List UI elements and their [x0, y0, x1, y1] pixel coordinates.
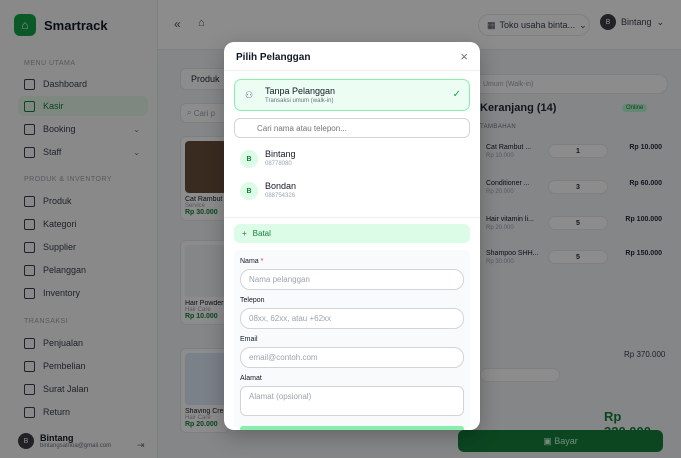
name-field[interactable] — [240, 269, 464, 290]
customer-phone: 08778080 — [265, 161, 292, 167]
customer-name: Bintang — [265, 149, 296, 159]
modal-title: Pilih Pelanggan — [236, 52, 311, 63]
customer-list-item[interactable]: B Bintang 08778080 — [240, 147, 460, 171]
plus-icon: + — [242, 229, 247, 238]
user-icon: ⚇ — [245, 90, 254, 100]
address-label: Alamat — [240, 375, 262, 382]
customer-search-input[interactable] — [234, 118, 470, 138]
customer-name: Bondan — [265, 181, 297, 191]
divider — [224, 217, 480, 218]
cancel-new-customer-button[interactable]: + Batal — [234, 224, 470, 243]
phone-field[interactable] — [240, 308, 464, 329]
email-field[interactable] — [240, 347, 464, 368]
avatar: B — [240, 150, 258, 168]
email-label: Email — [240, 336, 258, 343]
name-label: Nama * — [240, 258, 264, 265]
walkin-subtitle: Transaksi umum (walk-in) — [265, 98, 334, 104]
save-customer-button[interactable] — [240, 426, 464, 430]
new-customer-form: Nama * Telepon Email Alamat — [234, 250, 470, 430]
phone-label: Telepon — [240, 297, 265, 304]
check-icon: ✓ — [452, 89, 461, 100]
address-field[interactable] — [240, 386, 464, 416]
customer-list-item[interactable]: B Bondan 088754326 — [240, 179, 460, 203]
customer-phone: 088754326 — [265, 193, 296, 199]
walkin-title: Tanpa Pelanggan — [265, 86, 336, 96]
close-icon[interactable]: × — [460, 49, 468, 64]
walkin-option[interactable]: ⚇ Tanpa Pelanggan Transaksi umum (walk-i… — [234, 79, 470, 111]
select-customer-modal: Pilih Pelanggan × ⚇ Tanpa Pelanggan Tran… — [224, 42, 480, 430]
divider — [224, 70, 480, 71]
avatar: B — [240, 182, 258, 200]
